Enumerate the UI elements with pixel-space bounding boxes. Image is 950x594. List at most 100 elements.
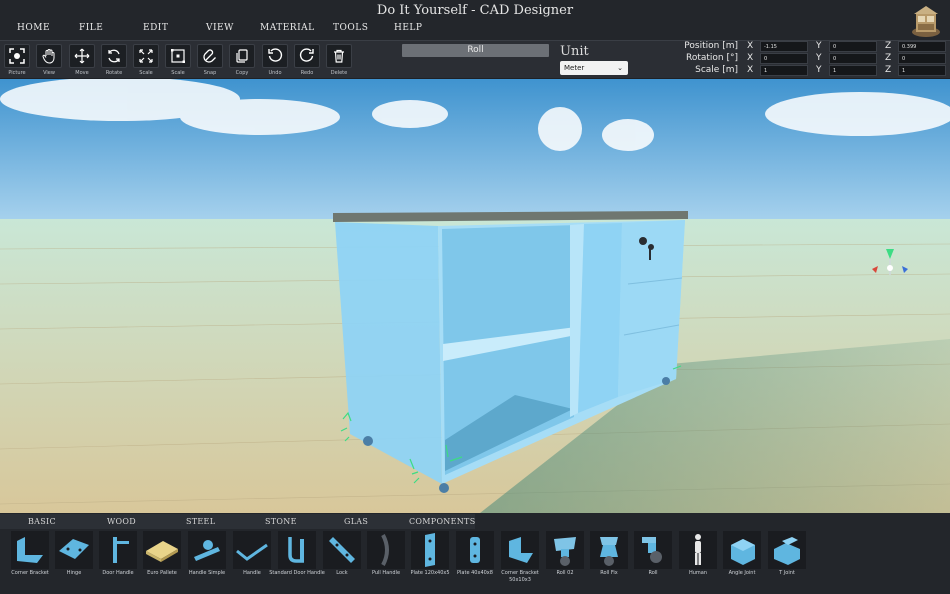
redo-button[interactable]: Redo: [294, 44, 320, 78]
tool-label: View: [43, 70, 55, 76]
position-z-input[interactable]: 0.399: [898, 41, 946, 52]
corner-bracket-small-icon: [501, 531, 539, 569]
tab-steel[interactable]: Steel: [158, 514, 238, 529]
lock-part-icon: [323, 531, 361, 569]
rotate-tool-button[interactable]: Rotate: [101, 44, 127, 78]
t-joint-icon: [768, 531, 806, 569]
undo-button[interactable]: Undo: [262, 44, 288, 78]
app-logo-icon[interactable]: [910, 2, 942, 38]
position-x-input[interactable]: -1.15: [760, 41, 808, 52]
axis-y-label: Y: [816, 65, 822, 75]
part-corner-bracket-50x10x3[interactable]: Corner Bracket 50x10x3: [498, 531, 542, 591]
part-standard-door-handle[interactable]: Standard Door Handle: [269, 531, 325, 591]
tool-label: Delete: [330, 70, 348, 76]
position-y-input[interactable]: 0: [829, 41, 877, 52]
scale-x-input[interactable]: 1: [760, 65, 808, 76]
tool-label: Copy: [235, 70, 249, 76]
tab-stone[interactable]: Stone: [237, 514, 317, 529]
unit-dropdown-value: Meter: [564, 64, 585, 72]
scene-canvas[interactable]: [0, 79, 950, 513]
scale-tool-button[interactable]: Scale: [133, 44, 159, 78]
scale-box-tool-button[interactable]: Scale: [165, 44, 191, 78]
part-label: T Joint: [779, 570, 795, 576]
tool-label: Picture: [8, 70, 26, 76]
part-handle-simple[interactable]: Handle Simple: [185, 531, 229, 591]
rotation-z-input[interactable]: 0: [898, 53, 946, 64]
part-angle-joint[interactable]: Angle Joint: [720, 531, 764, 591]
redo-icon: [299, 48, 314, 62]
menu-material[interactable]: Material: [260, 23, 315, 33]
caster-wheel[interactable]: [363, 436, 373, 446]
roll-fix-icon: [590, 531, 628, 569]
move-icon: [74, 48, 90, 64]
door-handle-icon: [99, 531, 137, 569]
menu-help[interactable]: Help: [394, 23, 422, 33]
picture-tool-button[interactable]: Picture: [4, 44, 30, 78]
copy-tool-button[interactable]: Copy: [229, 44, 255, 78]
hand-icon: [42, 49, 55, 64]
3d-viewport[interactable]: [0, 79, 950, 513]
axis-z-label: Z: [885, 65, 892, 75]
hinge-icon: [55, 531, 93, 569]
part-roll-fix[interactable]: Roll Fix: [587, 531, 631, 591]
pull-handle-icon: [367, 531, 405, 569]
handle-simple-icon: [188, 531, 226, 569]
part-t-joint[interactable]: T Joint: [765, 531, 809, 591]
scale-y-input[interactable]: 1: [829, 65, 877, 76]
part-pull-handle[interactable]: Pull Handle: [364, 531, 408, 591]
part-euro-pallete[interactable]: Euro Pallete: [140, 531, 184, 591]
part-plate-40x40x8[interactable]: Plate 40x40x8: [453, 531, 497, 591]
handle-icon: [233, 531, 271, 569]
magnet-icon: [203, 49, 216, 63]
scale-box-icon: [171, 49, 185, 63]
unit-dropdown[interactable]: Meter ⌄: [560, 61, 628, 75]
part-roll-02[interactable]: Roll 02: [543, 531, 587, 591]
rotation-y-input[interactable]: 0: [829, 53, 877, 64]
corner-bracket-icon: [11, 531, 49, 569]
caster-wheel[interactable]: [439, 483, 449, 493]
tab-wood[interactable]: Wood: [79, 514, 159, 529]
part-human[interactable]: Human: [676, 531, 720, 591]
part-corner-bracket[interactable]: Corner Bracket: [8, 531, 52, 591]
part-door-handle[interactable]: Door Handle: [96, 531, 140, 591]
position-label: Position [m]: [684, 41, 738, 51]
unit-label: Unit: [560, 44, 589, 59]
tool-label: Undo: [268, 70, 282, 76]
part-plate-120x40x5[interactable]: Plate 120x40x5: [408, 531, 452, 591]
tool-label: Scale: [171, 70, 185, 76]
human-icon: [679, 531, 717, 569]
axis-x-label: X: [747, 65, 754, 75]
tab-glas[interactable]: Glas: [316, 514, 396, 529]
tool-label: Scale: [139, 70, 153, 76]
axis-y-label: Y: [816, 53, 822, 63]
tab-basic[interactable]: Basic: [0, 514, 80, 529]
menu-tools[interactable]: Tools: [333, 23, 368, 33]
tool-label: Redo: [300, 70, 314, 76]
menu-bar: Do It Yourself - CAD Designer Home File …: [0, 0, 950, 40]
angle-joint-icon: [723, 531, 761, 569]
picture-icon: [9, 48, 25, 64]
rotation-x-input[interactable]: 0: [760, 53, 808, 64]
part-hinge[interactable]: Hinge: [52, 531, 96, 591]
parts-library: Basic Wood Steel Stone Glas Components C…: [0, 513, 950, 594]
part-roll[interactable]: Roll: [631, 531, 675, 591]
scale-z-input[interactable]: 1: [898, 65, 946, 76]
menu-edit[interactable]: Edit: [143, 23, 168, 33]
plate-short-icon: [456, 531, 494, 569]
part-handle[interactable]: Handle: [230, 531, 274, 591]
chevron-down-icon: ⌄: [617, 64, 623, 72]
rotation-label: Rotation [°]: [685, 53, 738, 63]
menu-home[interactable]: Home: [17, 23, 50, 33]
part-lock[interactable]: Lock: [320, 531, 364, 591]
delete-button[interactable]: Delete: [326, 44, 352, 78]
caster-wheel[interactable]: [662, 377, 670, 385]
view-tool-button[interactable]: View: [36, 44, 62, 78]
snap-tool-button[interactable]: Snap: [197, 44, 223, 78]
selected-object-name-field[interactable]: Roll: [402, 44, 549, 57]
cabinet-right-opening[interactable]: [578, 223, 622, 413]
tab-components[interactable]: Components: [395, 514, 475, 529]
axis-x-label: X: [747, 41, 754, 51]
menu-view[interactable]: View: [206, 23, 234, 33]
menu-file[interactable]: File: [79, 23, 103, 33]
move-tool-button[interactable]: Move: [69, 44, 95, 78]
